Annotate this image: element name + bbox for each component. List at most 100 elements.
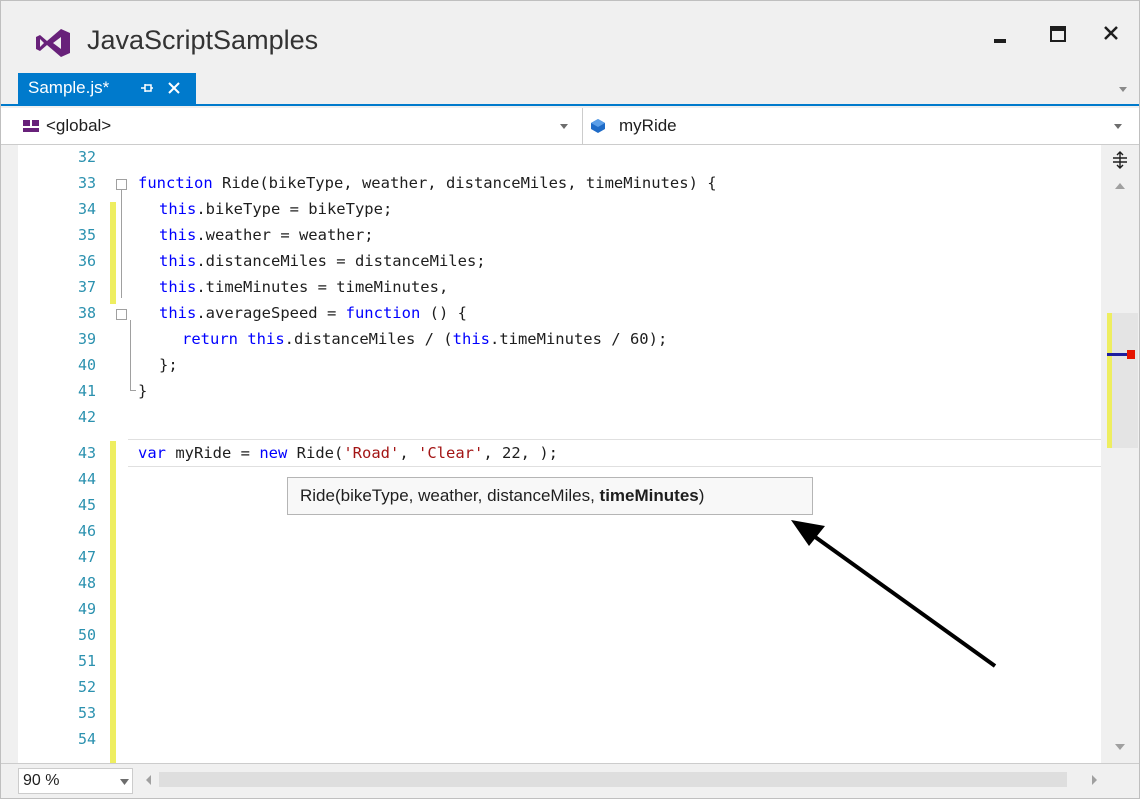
code-text: myRide = <box>166 444 260 462</box>
code-text: } <box>138 382 148 400</box>
keyword: return <box>182 330 238 348</box>
outline-line <box>130 390 136 391</box>
line-number: 54 <box>77 730 96 748</box>
code-line-34: this.bikeType = bikeType; <box>159 200 392 218</box>
zoom-dropdown[interactable]: 90 % <box>18 768 133 794</box>
line-number: 50 <box>77 626 96 644</box>
ide-window: JavaScriptSamples Sample.js* <global> my… <box>0 0 1140 799</box>
code-text: .distanceMiles = distanceMiles; <box>196 252 486 270</box>
scope-dropdown[interactable]: <global> <box>18 108 583 144</box>
string-literal: 'Road' <box>343 444 400 462</box>
pin-icon[interactable] <box>139 80 155 96</box>
editor-bottom-bar: 90 % <box>1 763 1139 798</box>
code-line-35: this.weather = weather; <box>159 226 374 244</box>
keyword: function <box>138 174 213 192</box>
chevron-down-icon[interactable] <box>1117 84 1129 94</box>
code-line-37: this.timeMinutes = timeMinutes, <box>159 278 448 296</box>
tab-sample-js[interactable]: Sample.js* <box>18 73 196 104</box>
line-number: 45 <box>77 496 96 514</box>
document-tab-strip: Sample.js* <box>1 73 1139 106</box>
line-number: 46 <box>77 522 96 540</box>
tab-label: Sample.js* <box>28 78 110 97</box>
keyword: this <box>452 330 490 348</box>
chevron-down-icon <box>120 779 129 785</box>
keyword: this <box>159 226 197 244</box>
change-map-marker <box>1107 313 1112 448</box>
tooltip-current-parameter: timeMinutes <box>599 486 699 505</box>
code-line-41: } <box>138 382 147 400</box>
vertical-scrollbar[interactable] <box>1101 145 1139 763</box>
code-line-40: }; <box>159 356 178 374</box>
code-text: .distanceMiles / ( <box>284 330 453 348</box>
string-literal: 'Clear' <box>418 444 484 462</box>
close-icon[interactable] <box>166 80 182 96</box>
outline-line <box>130 320 131 390</box>
tooltip-close-paren: ) <box>698 486 705 505</box>
scope-icon <box>23 120 39 132</box>
scroll-down-icon[interactable] <box>1114 743 1126 751</box>
member-dropdown[interactable]: myRide <box>583 108 1131 144</box>
split-window-icon[interactable] <box>1111 151 1129 169</box>
keyword: function <box>345 304 421 322</box>
window-title: JavaScriptSamples <box>87 25 319 55</box>
collapse-icon[interactable] <box>116 309 127 320</box>
chevron-down-icon <box>560 124 568 129</box>
code-text: .bikeType = bikeType; <box>196 200 393 218</box>
code-text: .weather = weather; <box>196 226 374 244</box>
code-line-33: function Ride(bikeType, weather, distanc… <box>138 174 717 192</box>
line-number: 37 <box>77 278 96 296</box>
horizontal-scrollbar-thumb[interactable] <box>159 772 1067 787</box>
keyword: this <box>159 304 197 322</box>
outline-line <box>121 190 122 298</box>
line-number: 49 <box>77 600 96 618</box>
code-text: Ride(bikeType, weather, distanceMiles, t… <box>212 174 717 192</box>
tooltip-signature: Ride(bikeType, weather, distanceMiles, <box>300 486 600 505</box>
code-text: .timeMinutes = timeMinutes, <box>196 278 449 296</box>
collapse-icon[interactable] <box>116 179 127 190</box>
line-number: 34 <box>77 200 96 218</box>
visual-studio-logo-icon <box>36 29 70 57</box>
parameter-info-tooltip: Ride(bikeType, weather, distanceMiles, t… <box>287 477 813 515</box>
annotation-arrow <box>791 520 997 668</box>
code-text: .averageSpeed = <box>196 304 346 322</box>
code-text: , <box>399 444 418 462</box>
line-number: 32 <box>77 148 96 166</box>
keyword: new <box>259 444 288 462</box>
error-marker <box>1127 350 1135 359</box>
title-bar: JavaScriptSamples <box>1 1 1139 77</box>
zoom-level: 90 % <box>23 772 60 789</box>
member-value: myRide <box>619 116 677 135</box>
scrollbar-thumb[interactable] <box>1112 313 1138 448</box>
line-number: 40 <box>77 356 96 374</box>
line-number: 44 <box>77 470 96 488</box>
scroll-left-icon[interactable] <box>145 774 152 786</box>
code-text: Ride( <box>287 444 344 462</box>
minimize-icon[interactable] <box>981 17 1021 57</box>
keyword: this <box>159 200 197 218</box>
code-text: .timeMinutes / 60); <box>489 330 668 348</box>
code-text: , 22, ); <box>483 444 558 462</box>
code-text: }; <box>159 356 178 374</box>
scroll-up-icon[interactable] <box>1114 182 1126 190</box>
member-icon <box>591 119 605 133</box>
change-marker <box>110 202 116 304</box>
code-line-36: this.distanceMiles = distanceMiles; <box>159 252 486 270</box>
line-number: 33 <box>77 174 96 192</box>
line-number: 51 <box>77 652 96 670</box>
code-line-43: var myRide = new Ride('Road', 'Clear', 2… <box>138 444 558 462</box>
scroll-right-icon[interactable] <box>1091 774 1098 786</box>
code-line-38: this.averageSpeed = function () { <box>159 304 467 322</box>
line-number: 41 <box>77 382 96 400</box>
navigation-bar: <global> myRide <box>1 108 1139 145</box>
code-text: () { <box>420 304 467 322</box>
keyword: this <box>159 252 197 270</box>
line-number: 42 <box>77 408 96 426</box>
line-number: 43 <box>77 444 96 462</box>
line-number: 48 <box>77 574 96 592</box>
scope-value: <global> <box>46 116 112 135</box>
code-line-39: return this.distanceMiles / (this.timeMi… <box>182 330 667 348</box>
close-icon[interactable] <box>1091 17 1131 57</box>
maximize-icon[interactable] <box>1039 17 1079 57</box>
line-number: 38 <box>77 304 96 322</box>
